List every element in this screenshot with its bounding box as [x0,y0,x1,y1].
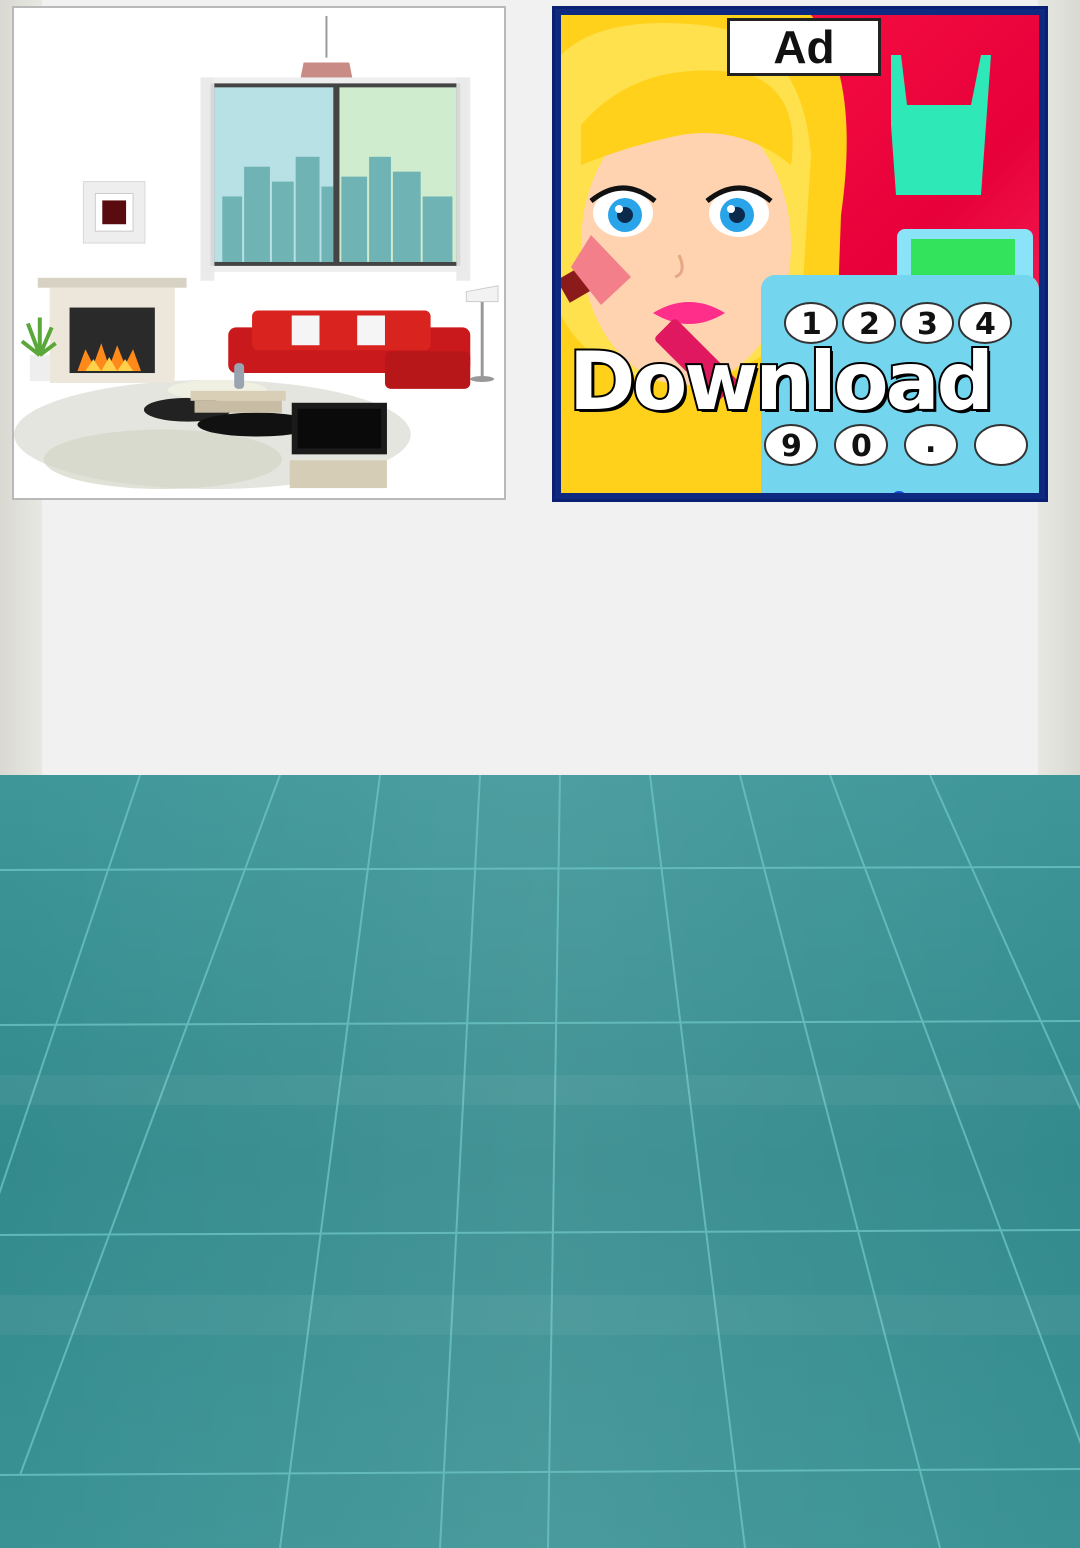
living-room-illustration [14,15,499,490]
ad-label: Ad [727,18,881,76]
room-thumbnail-button[interactable] [12,6,506,500]
register-key-dot: . [925,425,937,460]
register-key-0: 0 [851,429,872,464]
download-button-label[interactable]: Download [567,335,1039,429]
game-scene: 1 2 3 4 9 0 . Ad Download [0,0,1080,1548]
tiled-floor [0,775,1080,1548]
ad-banner[interactable]: 1 2 3 4 9 0 . Ad Download [552,6,1048,502]
register-key-9: 9 [781,429,802,464]
ad-artwork: 1 2 3 4 9 0 . Ad Download [561,15,1039,493]
